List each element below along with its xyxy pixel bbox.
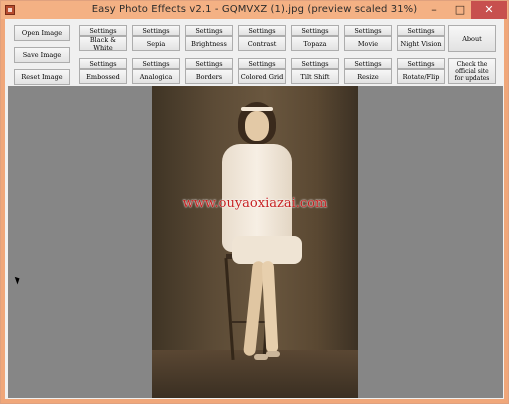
save-image-button[interactable]: Save Image	[14, 47, 70, 63]
about-button[interactable]: About	[448, 25, 496, 52]
image-preview-area: www.ouyaoxiazai.com	[8, 86, 503, 398]
maximize-button[interactable]: □	[449, 1, 471, 19]
effect-black-white-button[interactable]: Black & White	[79, 36, 127, 52]
open-image-button[interactable]: Open Image	[14, 25, 70, 41]
settings-resize-button[interactable]: Settings	[344, 58, 392, 69]
effect-tilt-shift-button[interactable]: Tilt Shift	[291, 69, 339, 84]
settings-night-vision-button[interactable]: Settings	[397, 25, 445, 36]
preview-photo: www.ouyaoxiazai.com	[152, 86, 358, 398]
title-bar[interactable]: Easy Photo Effects v2.1 - GQMVXZ (1).jpg…	[1, 1, 508, 19]
effect-sepia-button[interactable]: Sepia	[132, 36, 180, 51]
effect-resize-button[interactable]: Resize	[344, 69, 392, 84]
effect-colored-grid-button[interactable]: Colored Grid	[238, 69, 286, 84]
minimize-button[interactable]: –	[423, 1, 445, 19]
settings-topaza-button[interactable]: Settings	[291, 25, 339, 36]
effect-contrast-button[interactable]: Contrast	[238, 36, 286, 51]
settings-rotate-flip-button[interactable]: Settings	[397, 58, 445, 69]
settings-analogica-button[interactable]: Settings	[132, 58, 180, 69]
effect-embossed-button[interactable]: Embossed	[79, 69, 127, 84]
figure-face	[245, 111, 269, 141]
settings-brightness-button[interactable]: Settings	[185, 25, 233, 36]
effect-borders-button[interactable]: Borders	[185, 69, 233, 84]
figure-shoe	[266, 351, 280, 357]
app-window: Easy Photo Effects v2.1 - GQMVXZ (1).jpg…	[0, 0, 509, 404]
settings-embossed-button[interactable]: Settings	[79, 58, 127, 69]
watermark-text: www.ouyaoxiazai.com	[182, 196, 328, 211]
settings-black-white-button[interactable]: Settings	[79, 25, 127, 36]
figure-headband	[241, 107, 273, 111]
close-button[interactable]: ✕	[471, 1, 507, 19]
effect-movie-button[interactable]: Movie	[344, 36, 392, 51]
effect-brightness-button[interactable]: Brightness	[185, 36, 233, 51]
effect-analogica-button[interactable]: Analogica	[132, 69, 180, 84]
settings-sepia-button[interactable]: Settings	[132, 25, 180, 36]
effect-rotate-flip-button[interactable]: Rotate/Flip	[397, 69, 445, 84]
client-area: Open Image Save Image Reset Image Settin…	[5, 19, 504, 399]
settings-colored-grid-button[interactable]: Settings	[238, 58, 286, 69]
settings-contrast-button[interactable]: Settings	[238, 25, 286, 36]
figure-lap	[232, 236, 302, 264]
check-updates-button[interactable]: Check the official site for updates	[448, 58, 496, 84]
stool-leg	[224, 258, 235, 360]
settings-borders-button[interactable]: Settings	[185, 58, 233, 69]
reset-image-button[interactable]: Reset Image	[14, 69, 70, 85]
effect-topaza-button[interactable]: Topaza	[291, 36, 339, 51]
settings-movie-button[interactable]: Settings	[344, 25, 392, 36]
settings-tilt-shift-button[interactable]: Settings	[291, 58, 339, 69]
mouse-cursor-icon	[14, 275, 22, 285]
effect-night-vision-button[interactable]: Night Vision	[397, 36, 445, 51]
